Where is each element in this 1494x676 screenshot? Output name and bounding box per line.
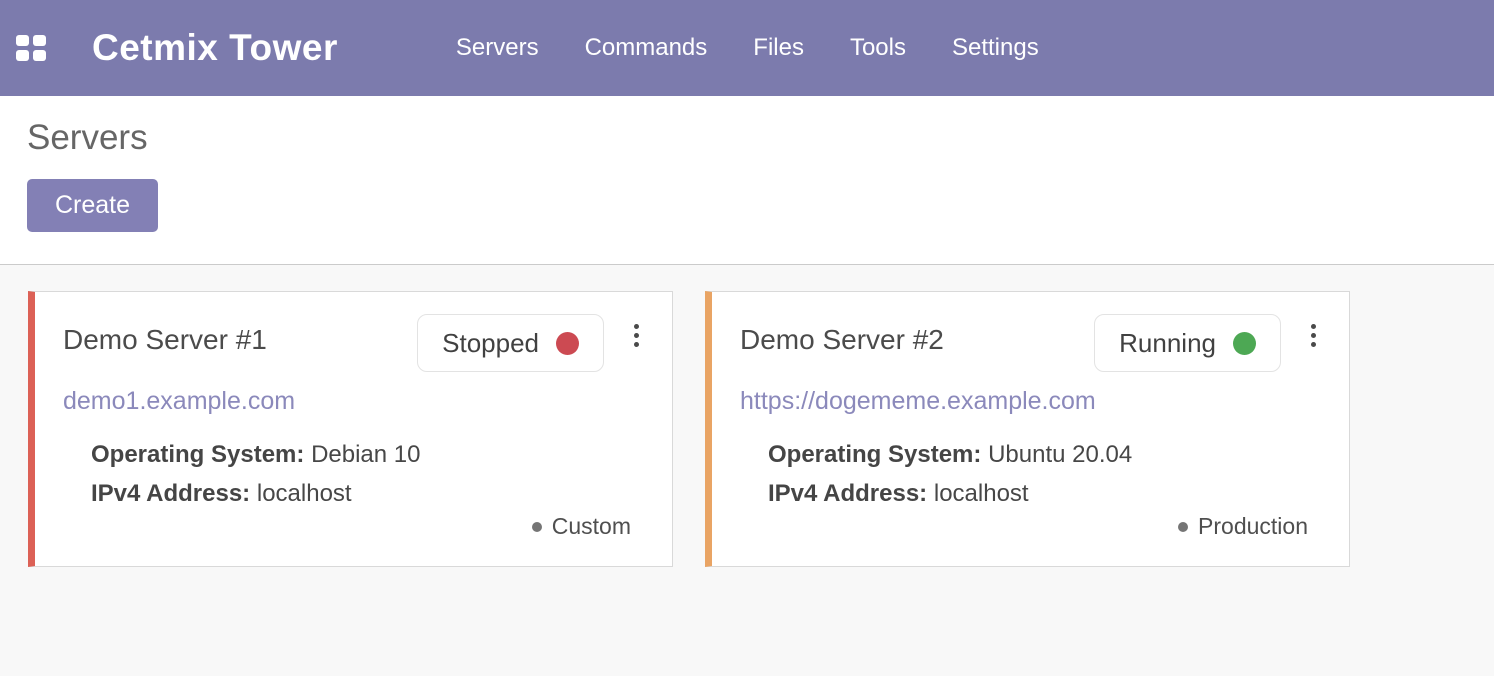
server-card-demo-2[interactable]: Demo Server #2 Running https://dogememe.…: [705, 291, 1350, 567]
server-status-button[interactable]: Running: [1094, 314, 1281, 372]
server-details: Operating System: Debian 10 IPv4 Address…: [91, 435, 641, 513]
menu-item-servers[interactable]: Servers: [456, 34, 539, 62]
menu-item-settings[interactable]: Settings: [952, 34, 1039, 62]
apps-grid-icon[interactable]: [16, 35, 46, 61]
tag-label: Production: [1198, 513, 1308, 540]
kebab-menu-icon[interactable]: [1309, 322, 1318, 349]
server-name: Demo Server #1: [63, 324, 417, 356]
brand-title[interactable]: Cetmix Tower: [92, 27, 338, 69]
status-dot-icon: [1233, 332, 1256, 355]
server-url-link[interactable]: demo1.example.com: [63, 387, 295, 416]
kanban-view: Demo Server #1 Stopped demo1.example.com…: [0, 265, 1494, 676]
detail-operating-system: Operating System: Ubuntu 20.04: [768, 435, 1318, 474]
card-footer: Custom: [63, 513, 641, 540]
card-header: Demo Server #2 Running: [740, 314, 1318, 372]
create-button[interactable]: Create: [27, 179, 158, 232]
detail-operating-system: Operating System: Debian 10: [91, 435, 641, 474]
status-dot-icon: [556, 332, 579, 355]
top-navbar: Cetmix Tower Servers Commands Files Tool…: [0, 0, 1494, 96]
detail-ipv4-address: IPv4 Address: localhost: [91, 474, 641, 513]
main-menu: Servers Commands Files Tools Settings: [456, 34, 1039, 62]
server-name: Demo Server #2: [740, 324, 1094, 356]
server-url-link[interactable]: https://dogememe.example.com: [740, 387, 1096, 416]
tag-dot-icon: [532, 522, 542, 532]
control-panel: Servers Create: [0, 96, 1494, 265]
server-details: Operating System: Ubuntu 20.04 IPv4 Addr…: [768, 435, 1318, 513]
detail-ipv4-address: IPv4 Address: localhost: [768, 474, 1318, 513]
menu-item-commands[interactable]: Commands: [585, 34, 708, 62]
menu-item-tools[interactable]: Tools: [850, 34, 906, 62]
card-header: Demo Server #1 Stopped: [63, 314, 641, 372]
status-label: Stopped: [442, 328, 539, 359]
tag-dot-icon: [1178, 522, 1188, 532]
card-footer: Production: [740, 513, 1318, 540]
status-label: Running: [1119, 328, 1216, 359]
server-status-button[interactable]: Stopped: [417, 314, 604, 372]
kebab-menu-icon[interactable]: [632, 322, 641, 349]
menu-item-files[interactable]: Files: [753, 34, 804, 62]
server-card-demo-1[interactable]: Demo Server #1 Stopped demo1.example.com…: [28, 291, 673, 567]
tag-label: Custom: [552, 513, 631, 540]
page-title: Servers: [27, 118, 1464, 158]
